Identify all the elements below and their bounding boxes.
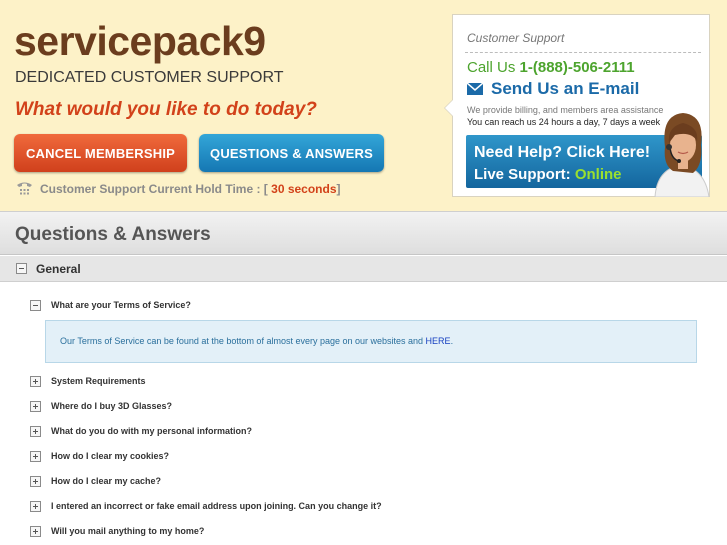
- faq-answer-text: Our Terms of Service can be found at the…: [60, 336, 453, 346]
- live-prefix: Live Support:: [474, 166, 575, 183]
- support-info-line2: You can reach us 24 hours a day, 7 days …: [467, 117, 661, 127]
- expand-icon[interactable]: [30, 401, 41, 412]
- support-divider: [465, 52, 701, 53]
- cancel-membership-button[interactable]: CANCEL MEMBERSHIP: [14, 134, 187, 172]
- brand-logo[interactable]: servicepack9: [14, 18, 266, 65]
- collapse-icon[interactable]: [30, 300, 41, 311]
- faq-question[interactable]: Will you mail anything to my home?: [51, 526, 204, 536]
- qa-heading-bar: Questions & Answers: [0, 212, 727, 255]
- faq-item[interactable]: System Requirements: [0, 372, 727, 392]
- hold-value: 30 seconds: [271, 181, 337, 196]
- expand-icon[interactable]: [30, 426, 41, 437]
- content-area: Questions & Answers General What are you…: [0, 211, 727, 545]
- expand-icon[interactable]: [30, 451, 41, 462]
- support-notch: [444, 99, 453, 117]
- live-status: Online: [574, 166, 622, 183]
- faq-item[interactable]: How do I clear my cache?: [0, 472, 727, 492]
- support-info-line1: We provide billing, and members area ass…: [467, 105, 664, 115]
- support-box: Customer Support Call Us 1-(888)-506-211…: [444, 14, 710, 197]
- call-us: Call Us 1-(888)-506-2111: [467, 59, 635, 76]
- call-prefix: Call Us: [467, 59, 520, 76]
- faq-answer: Our Terms of Service can be found at the…: [45, 320, 697, 363]
- expand-icon[interactable]: [30, 376, 41, 387]
- faq-question[interactable]: I entered an incorrect or fake email add…: [51, 501, 382, 511]
- expand-icon[interactable]: [30, 476, 41, 487]
- collapse-icon[interactable]: [16, 263, 27, 274]
- expand-icon[interactable]: [30, 501, 41, 512]
- faq-item[interactable]: Where do I buy 3D Glasses?: [0, 397, 727, 417]
- expand-icon[interactable]: [30, 526, 41, 537]
- help-title[interactable]: Need Help? Click Here!: [474, 144, 650, 162]
- mail-icon: [467, 83, 483, 95]
- hold-label: Customer Support Current Hold Time : [: [40, 181, 268, 196]
- section-general[interactable]: General: [0, 256, 727, 282]
- phone-number[interactable]: 1-(888)-506-2111: [520, 59, 635, 76]
- answer-end: .: [450, 336, 454, 346]
- faq-item[interactable]: Will you mail anything to my home?: [0, 522, 727, 542]
- faq-item-open[interactable]: What are your Terms of Service?: [0, 296, 727, 316]
- terms-link[interactable]: HERE: [426, 336, 451, 346]
- questions-answers-button[interactable]: QUESTIONS & ANSWERS: [199, 134, 384, 172]
- qa-heading: Questions & Answers: [15, 224, 211, 245]
- section-general-label[interactable]: General: [36, 262, 81, 276]
- faq-question[interactable]: Where do I buy 3D Glasses?: [51, 401, 172, 411]
- phone-icon: [17, 182, 32, 195]
- faq-question[interactable]: What do you do with my personal informat…: [51, 426, 252, 436]
- faq-question[interactable]: How do I clear my cookies?: [51, 451, 169, 461]
- page-question: What would you like to do today?: [15, 99, 317, 120]
- header: servicepack9 DEDICATED CUSTOMER SUPPORT …: [0, 0, 727, 210]
- faq-item[interactable]: How do I clear my cookies?: [0, 447, 727, 467]
- faq-question[interactable]: System Requirements: [51, 376, 146, 386]
- send-email-label[interactable]: Send Us an E-mail: [491, 79, 639, 99]
- send-email-link[interactable]: Send Us an E-mail: [467, 79, 639, 99]
- live-support-status: Live Support: Online: [474, 166, 622, 183]
- hold-time: Customer Support Current Hold Time : [ 3…: [16, 181, 341, 196]
- faq-item[interactable]: I entered an incorrect or fake email add…: [0, 497, 727, 517]
- support-title: Customer Support: [467, 31, 565, 45]
- faq-item[interactable]: What do you do with my personal informat…: [0, 422, 727, 442]
- faq-question[interactable]: How do I clear my cache?: [51, 476, 161, 486]
- support-agent-icon: [654, 113, 710, 197]
- answer-body: Our Terms of Service can be found at the…: [60, 336, 426, 346]
- tagline: DEDICATED CUSTOMER SUPPORT: [15, 69, 284, 86]
- hold-close: ]: [336, 181, 341, 196]
- faq-question[interactable]: What are your Terms of Service?: [51, 300, 191, 310]
